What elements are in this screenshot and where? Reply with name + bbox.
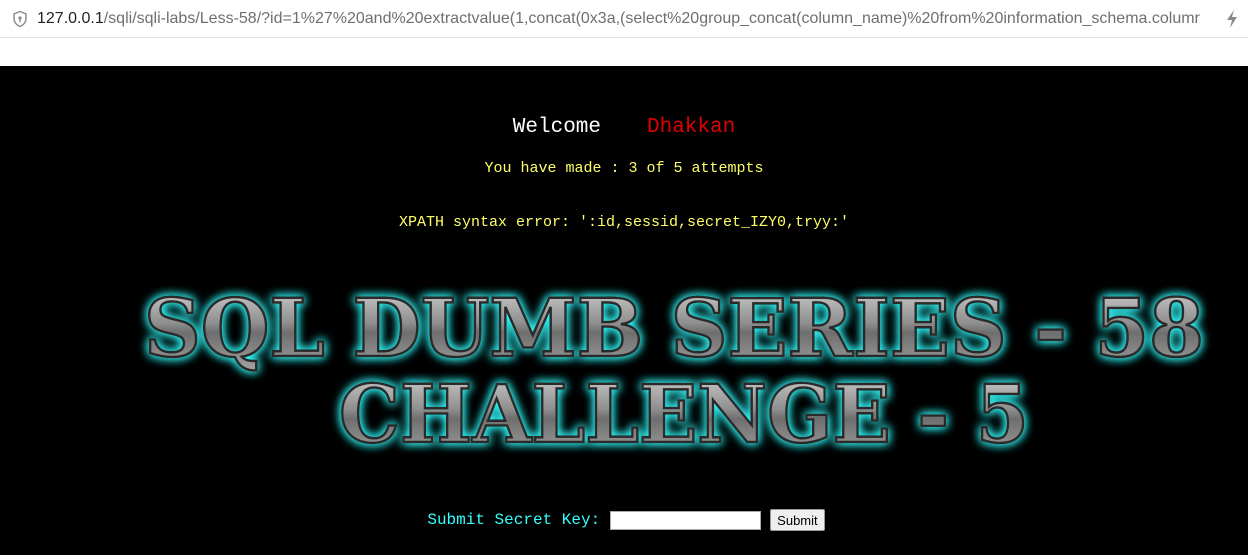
banner-line-1: SQL DUMB SERIES - 58 [144,281,1204,375]
url-host: 127.0.0.1 [37,10,104,27]
submit-button[interactable]: Submit [770,509,825,531]
welcome-text: Welcome [512,116,601,139]
banner-line-2: CHALLENGE - 5 [339,367,1029,461]
welcome-line: Welcome Dhakkan [0,116,1248,139]
lightning-bolt-icon[interactable] [1224,9,1240,29]
page-content: Welcome Dhakkan You have made : 3 of 5 at… [0,66,1248,555]
secret-key-label: Submit Secret Key: [427,511,601,529]
username: Dhakkan [647,116,736,139]
secret-key-input[interactable] [610,510,762,530]
attempts-text: You have made : 3 of 5 attempts [484,160,764,177]
secret-key-form: Submit Secret Key: Submit [0,509,1248,531]
xpath-error-text: XPATH syntax error: ':id,sessid,secret_I… [398,214,850,231]
url-path: /sqli/sqli-labs/Less-58/?id=1%27%20and%2… [103,10,1200,27]
url-text[interactable]: 127.0.0.1/sqli/sqli-labs/Less-58/?id=1%2… [37,9,1217,29]
shield-icon[interactable] [11,10,29,28]
toolbar-gap [0,38,1248,66]
address-bar[interactable]: 127.0.0.1/sqli/sqli-labs/Less-58/?id=1%2… [0,0,1248,38]
challenge-banner: SQL DUMB SERIES - 58 CHALLENGE - 5 [143,280,1206,463]
